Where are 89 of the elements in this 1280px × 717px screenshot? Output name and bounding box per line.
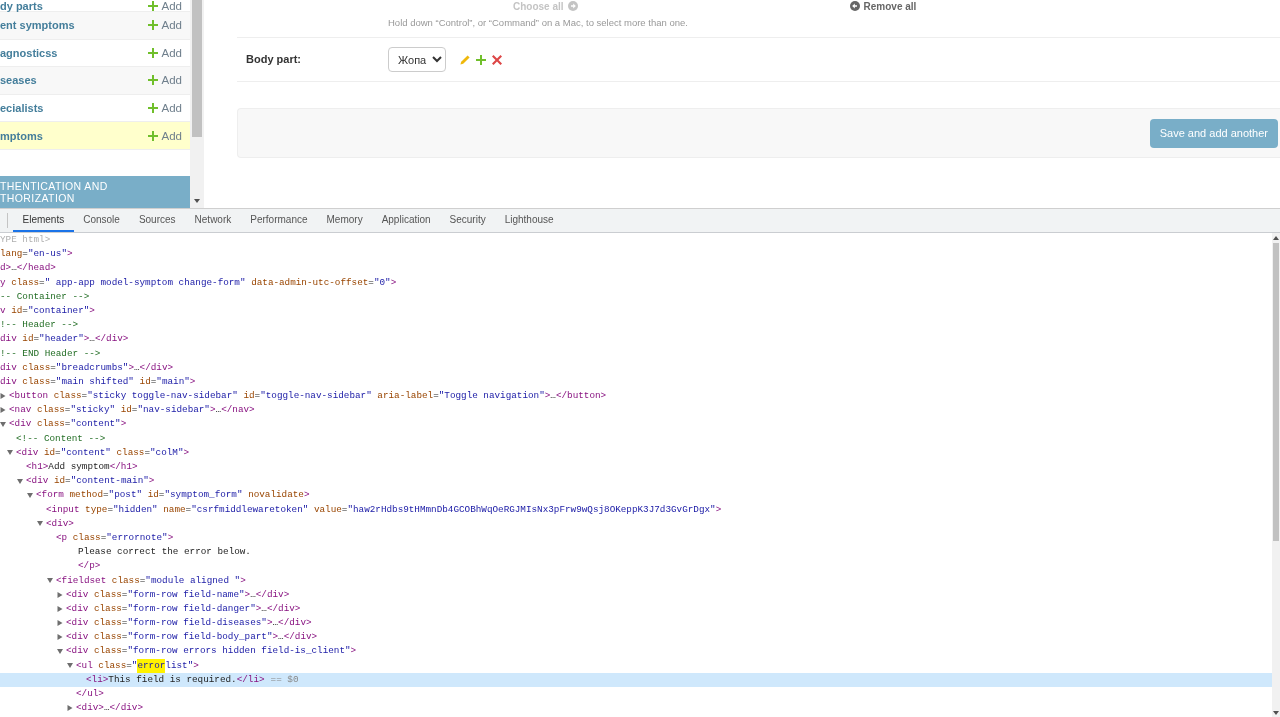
select-field[interactable]: Жопа bbox=[388, 47, 446, 72]
devtools-tab[interactable]: Security bbox=[440, 209, 496, 232]
triangle-right-icon[interactable] bbox=[0, 393, 6, 400]
dom-element-line[interactable]: <button class="sticky toggle-nav-sidebar" id="toggle-nav-sidebar" aria-label="Toggle navigation">…</button> bbox=[0, 389, 607, 404]
dom-element-line[interactable]: div id="header">…</div> bbox=[0, 332, 129, 347]
scrollbar[interactable] bbox=[190, 0, 204, 208]
dom-element-line[interactable]: <div class="form-row field-diseases">…</div> bbox=[57, 616, 312, 631]
dom-element-line[interactable]: <nav class="sticky" id="nav-sidebar">…</nav> bbox=[0, 403, 255, 418]
model-link[interactable]: ent symptoms bbox=[0, 19, 75, 32]
model-link[interactable]: ecialists bbox=[0, 102, 44, 115]
dom-element-line[interactable]: <div id="content" class="colM"> bbox=[7, 445, 190, 460]
model-link[interactable]: seases bbox=[0, 74, 37, 87]
dom-element-line[interactable]: <p class="errornote"> bbox=[56, 530, 174, 546]
plus-icon bbox=[147, 75, 158, 86]
dom-element-line[interactable]: <form method="post" id="symptom_form" novalidate> bbox=[27, 488, 310, 503]
field-label: Body part: bbox=[245, 52, 302, 68]
dom-element-line[interactable]: <h1>Add symptom</h1> bbox=[26, 460, 138, 475]
plus-icon bbox=[147, 130, 158, 141]
triangle-down-icon[interactable] bbox=[67, 663, 73, 669]
plus-icon bbox=[147, 20, 158, 31]
triangle-down-icon[interactable] bbox=[1273, 711, 1279, 715]
scrollbar-thumb[interactable] bbox=[192, 0, 202, 137]
scrollbar-thumb[interactable] bbox=[1273, 243, 1279, 541]
dom-element-line[interactable]: <div>…</div> bbox=[67, 701, 143, 716]
dom-element-line[interactable]: <div class="form-row errors hidden field-is_client"> bbox=[57, 644, 357, 659]
plus-icon bbox=[147, 47, 158, 58]
arrow-circle-icon bbox=[567, 1, 578, 11]
dom-element-line[interactable]: y class=" app-app model-symptom change-form" data-admin-utc-offset="0"> bbox=[0, 275, 397, 290]
dom-element-line[interactable]: <div class="content"> bbox=[0, 417, 127, 432]
dom-element-line[interactable]: d>…</head> bbox=[0, 261, 56, 276]
model-link[interactable]: dy parts bbox=[0, 0, 43, 12]
devtools-tab[interactable]: Lighthouse bbox=[495, 209, 564, 232]
triangle-down-icon[interactable] bbox=[194, 199, 200, 203]
triangle-right-icon[interactable] bbox=[57, 634, 63, 641]
dom-element-line[interactable]: div class="breadcrumbs">…</div> bbox=[0, 360, 174, 375]
model-link[interactable]: agnosticss bbox=[0, 46, 58, 59]
dom-element-line[interactable]: v id="container"> bbox=[0, 303, 95, 319]
triangle-up-icon[interactable] bbox=[1273, 236, 1279, 240]
triangle-right-icon[interactable] bbox=[57, 605, 63, 612]
dom-closing-tag[interactable]: </ul> bbox=[76, 687, 104, 702]
cross-icon[interactable] bbox=[492, 54, 502, 65]
triangle-right-icon[interactable] bbox=[57, 620, 63, 627]
dom-comment-line[interactable]: <!-- Content --> bbox=[16, 431, 106, 446]
scrollbar[interactable] bbox=[1272, 233, 1280, 717]
dom-element-line[interactable]: lang="en-us"> bbox=[0, 247, 73, 262]
devtools-tab[interactable]: Elements bbox=[13, 209, 74, 232]
triangle-right-icon[interactable] bbox=[57, 591, 63, 598]
triangle-down-icon[interactable] bbox=[17, 478, 23, 484]
triangle-down-icon[interactable] bbox=[27, 492, 33, 498]
dom-element-line[interactable]: <input type="hidden" name="csrfmiddlewaretoken" value="haw2rHdbs9tHMmnDb4GCOBhWqOeRGJMIsNx3pFrw9wQsj8OKeppK3J7d3GvGrDgx"> bbox=[46, 502, 722, 517]
dom-closing-tag[interactable]: </p> bbox=[78, 559, 101, 574]
plus-icon bbox=[147, 103, 158, 114]
dom-comment-line[interactable]: -- Container --> bbox=[0, 289, 90, 304]
triangle-down-icon[interactable] bbox=[0, 422, 6, 428]
add-link[interactable]: Add bbox=[147, 0, 182, 12]
dom-element-line[interactable]: <div class="form-row field-body_part">…</div> bbox=[57, 630, 318, 645]
arrow-circle-icon bbox=[849, 1, 860, 11]
remove-all-link[interactable]: Remove all bbox=[849, 0, 917, 12]
devtools-tab[interactable]: Application bbox=[372, 209, 441, 232]
devtools-tab[interactable]: Network bbox=[185, 209, 241, 232]
model-link[interactable]: mptoms bbox=[0, 129, 43, 142]
add-link[interactable]: Add bbox=[147, 19, 182, 32]
add-link[interactable]: Add bbox=[147, 129, 182, 142]
search-highlight: error bbox=[137, 658, 166, 673]
plus-icon bbox=[147, 0, 158, 11]
triangle-right-icon[interactable] bbox=[0, 407, 6, 414]
help-text: Hold down “Control”, or “Command” on a Mac, to select more than one. bbox=[237, 12, 1280, 38]
dom-element-line[interactable]: <fieldset class="module aligned "> bbox=[47, 573, 246, 588]
add-link[interactable]: Add bbox=[147, 102, 182, 115]
triangle-down-icon[interactable] bbox=[7, 450, 13, 456]
devtools-tab[interactable]: Memory bbox=[317, 209, 373, 232]
dom-text-line[interactable]: Please correct the error below. bbox=[78, 545, 251, 560]
triangle-right-icon[interactable] bbox=[67, 705, 73, 712]
triangle-down-icon[interactable] bbox=[47, 578, 53, 584]
devtools-tab[interactable]: Sources bbox=[129, 209, 186, 232]
dom-element-line[interactable]: <div class="form-row field-danger">…</div> bbox=[57, 601, 301, 617]
add-link[interactable]: Add bbox=[147, 46, 182, 59]
triangle-down-icon[interactable] bbox=[37, 521, 43, 527]
add-link[interactable]: Add bbox=[147, 74, 182, 87]
triangle-down-icon[interactable] bbox=[57, 649, 63, 655]
dom-element-line[interactable]: <div> bbox=[37, 516, 74, 531]
dom-comment-line[interactable]: !-- Header --> bbox=[0, 318, 79, 333]
dom-element-line[interactable]: <ul class="errorlist"> bbox=[67, 658, 199, 673]
dom-comment-line[interactable]: !-- END Header --> bbox=[0, 346, 101, 361]
dom-element-line[interactable]: <div class="form-row field-name">…</div> bbox=[57, 587, 290, 602]
devtools-tab[interactable]: Performance bbox=[240, 209, 317, 232]
devtools-tab[interactable]: Console bbox=[73, 209, 130, 232]
dom-element-line[interactable]: <div id="content-main"> bbox=[17, 474, 155, 489]
dom-element-line[interactable]: div class="main shifted" id="main"> bbox=[0, 374, 196, 390]
